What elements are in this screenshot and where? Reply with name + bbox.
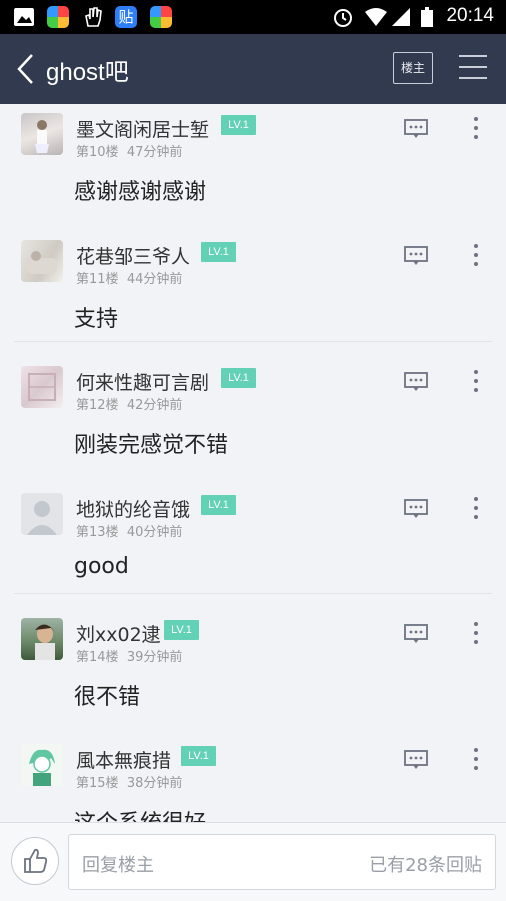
floor-number: 第10楼: [76, 145, 119, 160]
floor-number: 第11楼: [76, 272, 119, 287]
status-bar: 贴 20:14: [0, 0, 506, 34]
floor-number: 第15楼: [76, 776, 119, 791]
reply-list[interactable]: 墨文阁闲居士堑 LV.1 第10楼 47分钟前 感谢感谢感谢 花巷邹三爷人 LV…: [0, 104, 506, 822]
post-meta: 第15楼 38分钟前: [76, 772, 182, 791]
avatar[interactable]: [21, 240, 63, 282]
top-navigation-bar: ghost吧 楼主: [0, 34, 506, 104]
username[interactable]: 何来性趣可言剧: [76, 368, 209, 395]
comment-icon[interactable]: [404, 624, 428, 644]
reply-count: 已有28条回贴: [369, 855, 482, 876]
post-time: 38分钟前: [126, 776, 183, 791]
level-badge: LV.1: [221, 368, 256, 388]
alarm-icon: [332, 6, 354, 28]
username[interactable]: 風本無痕措: [76, 746, 171, 773]
more-options-icon[interactable]: [470, 621, 482, 645]
post-time: 39分钟前: [126, 650, 183, 665]
divider: [14, 341, 492, 342]
battery-icon: [420, 6, 434, 28]
signal-icon: [390, 6, 412, 28]
avatar[interactable]: [21, 366, 63, 408]
avatar[interactable]: [21, 618, 63, 660]
comment-icon[interactable]: [404, 499, 428, 519]
level-badge: LV.1: [201, 242, 236, 262]
username[interactable]: 墨文阁闲居士堑: [76, 115, 209, 142]
post-time: 40分钟前: [126, 525, 183, 540]
username[interactable]: 花巷邹三爷人: [76, 242, 190, 269]
more-options-icon[interactable]: [470, 747, 482, 771]
post-time: 42分钟前: [126, 398, 183, 413]
level-badge: LV.1: [181, 746, 216, 766]
more-options-icon[interactable]: [470, 116, 482, 140]
app-icon: [47, 6, 69, 28]
more-options-icon[interactable]: [470, 496, 482, 520]
reply-content: 刚装完感觉不错: [74, 433, 229, 458]
post-meta: 第11楼 44分钟前: [76, 268, 182, 287]
wifi-icon: [364, 6, 388, 28]
avatar[interactable]: [21, 493, 63, 535]
username[interactable]: 地狱的纶音饿: [76, 495, 190, 522]
gallery-icon: [14, 8, 34, 26]
tieba-icon: 贴: [115, 6, 137, 28]
reply-content: 支持: [74, 307, 119, 332]
level-badge: LV.1: [201, 495, 236, 515]
avatar[interactable]: [21, 744, 63, 786]
reply-content: 这个系统很好: [74, 805, 206, 822]
post-time: 47分钟前: [126, 145, 183, 160]
reply-placeholder: 回复楼主: [82, 855, 154, 876]
more-options-icon[interactable]: [470, 243, 482, 267]
more-options-icon[interactable]: [470, 369, 482, 393]
username[interactable]: 刘xx02逮: [76, 620, 161, 647]
reply-content: 很不错: [74, 685, 141, 710]
reply-content: 感谢感谢感谢: [74, 180, 207, 205]
thumbs-up-icon[interactable]: [11, 837, 59, 885]
level-badge: LV.1: [164, 620, 199, 640]
post-meta: 第12楼 42分钟前: [76, 394, 182, 413]
hand-icon: [82, 6, 104, 28]
menu-icon[interactable]: [458, 54, 488, 80]
floor-number: 第13楼: [76, 525, 119, 540]
comment-icon[interactable]: [404, 119, 428, 139]
avatar[interactable]: [21, 113, 63, 155]
reply-input[interactable]: 回复楼主 已有28条回贴: [68, 834, 496, 890]
reply-bar: 回复楼主 已有28条回贴: [0, 822, 506, 901]
divider: [14, 593, 492, 594]
post-meta: 第13楼 40分钟前: [76, 521, 182, 540]
forum-title: ghost吧: [46, 59, 129, 86]
post-meta: 第10楼 47分钟前: [76, 141, 182, 160]
app-icon: [150, 6, 172, 28]
clock-time: 20:14: [446, 5, 494, 26]
reply-content: good: [74, 554, 129, 579]
floor-number: 第14楼: [76, 650, 119, 665]
post-meta: 第14楼 39分钟前: [76, 646, 182, 665]
level-badge: LV.1: [221, 115, 256, 135]
comment-icon[interactable]: [404, 750, 428, 770]
floor-number: 第12楼: [76, 398, 119, 413]
back-icon[interactable]: [14, 52, 44, 86]
comment-icon[interactable]: [404, 372, 428, 392]
comment-icon[interactable]: [404, 246, 428, 266]
only-op-button[interactable]: 楼主: [393, 52, 433, 84]
post-time: 44分钟前: [126, 272, 183, 287]
